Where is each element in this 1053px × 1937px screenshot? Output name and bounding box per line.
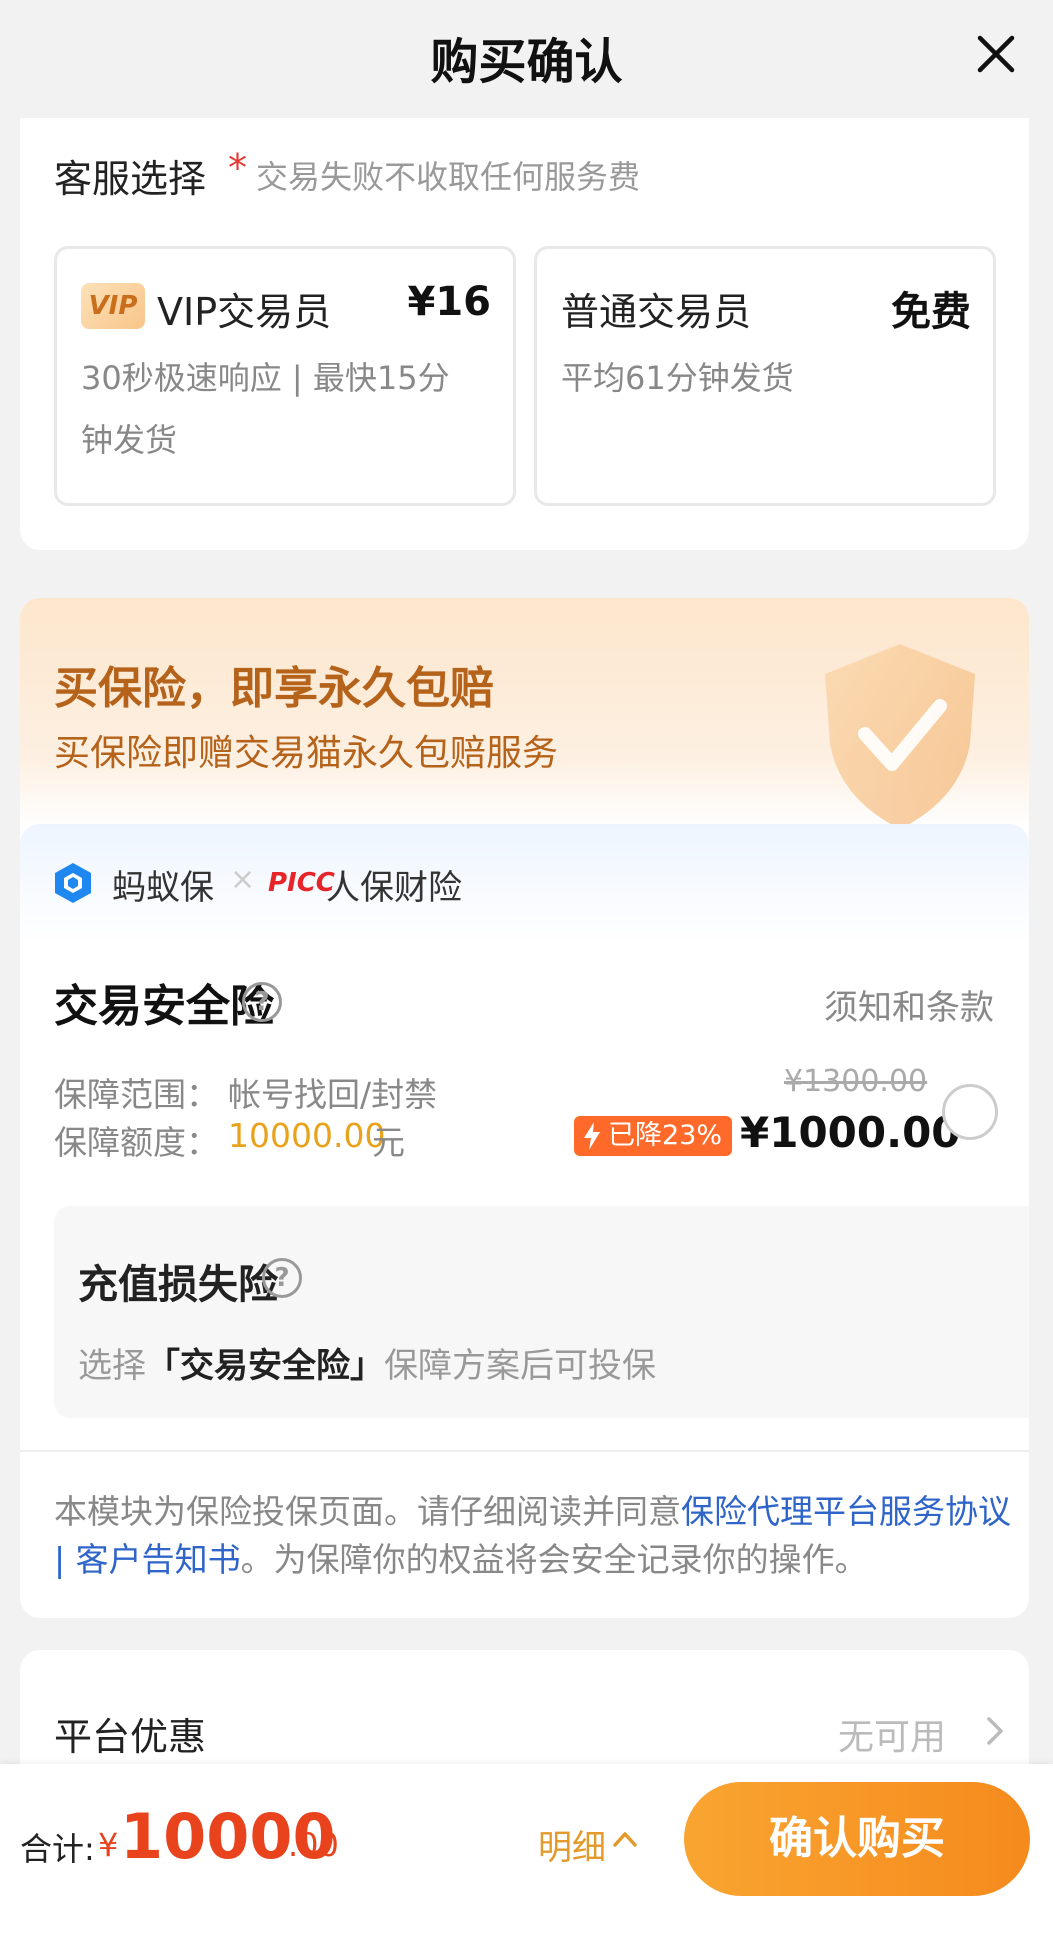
- normal-agent-desc: 平均61分钟发货: [561, 359, 794, 397]
- platform-discount-value: 无可用: [838, 1717, 947, 1758]
- vip-badge-icon: VIP: [81, 283, 145, 329]
- confirm-purchase-button[interactable]: 确认购买: [684, 1782, 1030, 1896]
- partner-picc-name: 人保财险: [326, 868, 462, 908]
- total-label: 合计:: [20, 1830, 95, 1868]
- sub-plan-desc: 选择「交易安全险」保障方案后可投保: [78, 1338, 656, 1387]
- header-bar: 购买确认: [0, 0, 1053, 118]
- vip-agent-option[interactable]: VIP VIP交易员 ¥16 30秒极速响应 | 最快15分 钟发货: [54, 246, 516, 506]
- agreement-text-tail: 。为保障你的权益将会安全记录你的操作。: [240, 1540, 868, 1579]
- agreement-text-lead: 本模块为保险投保页面。请仔细阅读并同意: [54, 1492, 681, 1531]
- amount-unit: 元: [372, 1123, 405, 1162]
- partner-ant-name: 蚂蚁保: [112, 868, 214, 908]
- total-decimal: .00: [288, 1826, 339, 1864]
- sub-plan-help-icon[interactable]: ?: [262, 1258, 302, 1298]
- insurance-partners: 蚂蚁保 × PICC 人保财险: [20, 824, 1029, 944]
- original-price: ¥1300.00: [784, 1064, 928, 1099]
- normal-agent-name: 普通交易员: [561, 290, 752, 334]
- insurance-price: ¥1000.00: [740, 1108, 961, 1157]
- recharge-loss-plan: 充值损失险 ? 选择「交易安全险」保障方案后可投保: [54, 1206, 1029, 1418]
- amount-value: 10000.00: [228, 1116, 386, 1155]
- lightning-icon: [584, 1122, 600, 1150]
- divider: [20, 1450, 1029, 1452]
- vip-agent-name: VIP交易员: [157, 290, 332, 334]
- service-card: 客服选择 * 交易失败不收取任何服务费 VIP VIP交易员 ¥16 30秒极速…: [20, 118, 1029, 550]
- detail-button[interactable]: 明细: [538, 1820, 606, 1869]
- vip-agent-desc-line2: 钟发货: [81, 421, 178, 459]
- plan-help-icon[interactable]: ?: [242, 982, 282, 1022]
- sub-plan-title: 充值损失险: [78, 1262, 278, 1308]
- vip-agent-desc-line1: 30秒极速响应 | 最快15分: [81, 359, 450, 397]
- vip-agent-price: ¥16: [407, 279, 492, 325]
- picc-logo-icon: PICC: [268, 868, 335, 898]
- normal-agent-option[interactable]: 普通交易员 免费 平均61分钟发货: [534, 246, 996, 506]
- chevron-right-icon: [987, 1717, 1003, 1745]
- normal-agent-price: 免费: [891, 289, 971, 335]
- terms-link[interactable]: 须知和条款: [824, 980, 994, 1029]
- insurance-banner-title: 买保险，即享永久包赔: [54, 663, 494, 714]
- insurance-card: 买保险，即享永久包赔 买保险即赠交易猫永久包赔服务 蚂蚁保 × PICC 人保财…: [20, 598, 1029, 1618]
- platform-discount-label: 平台优惠: [54, 1715, 207, 1759]
- chevron-up-icon[interactable]: [612, 1830, 638, 1848]
- total-currency: ¥: [98, 1826, 119, 1864]
- sub-plan-desc-prefix: 选择: [78, 1346, 146, 1386]
- close-icon[interactable]: [972, 30, 1020, 78]
- page-title: 购买确认: [430, 34, 623, 90]
- bottom-bar: 合计: ¥ 10000 .00 明细 确认购买: [0, 1764, 1053, 1937]
- discount-text: 已降23%: [608, 1120, 723, 1151]
- discount-tag: 已降23%: [574, 1116, 733, 1156]
- agreement-text: 本模块为保险投保页面。请仔细阅读并同意保险代理平台服务协议 | 客户告知书。为保…: [54, 1488, 1014, 1584]
- sub-plan-desc-suffix: 保障方案后可投保: [384, 1346, 656, 1386]
- plan-title: 交易安全险: [54, 981, 274, 1032]
- ant-insurance-logo-icon: [55, 863, 91, 903]
- amount-label: 保障额度：: [54, 1123, 219, 1162]
- service-section-title: 客服选择: [54, 157, 207, 201]
- insurance-banner-subtitle: 买保险即赠交易猫永久包赔服务: [54, 733, 559, 774]
- coverage-value: 帐号找回/封禁: [228, 1075, 438, 1114]
- sub-plan-desc-bold: 「交易安全险」: [146, 1346, 384, 1386]
- shield-check-icon: [825, 644, 975, 829]
- insurance-banner: 买保险，即享永久包赔 买保险即赠交易猫永久包赔服务: [20, 598, 1029, 829]
- insurance-select-radio[interactable]: [942, 1084, 998, 1140]
- required-mark: *: [228, 146, 247, 190]
- platform-discount-row[interactable]: 平台优惠 无可用: [20, 1650, 1029, 1770]
- coverage-label: 保障范围：: [54, 1075, 219, 1114]
- partner-separator: ×: [230, 862, 256, 897]
- service-note: 交易失败不收取任何服务费: [256, 158, 641, 196]
